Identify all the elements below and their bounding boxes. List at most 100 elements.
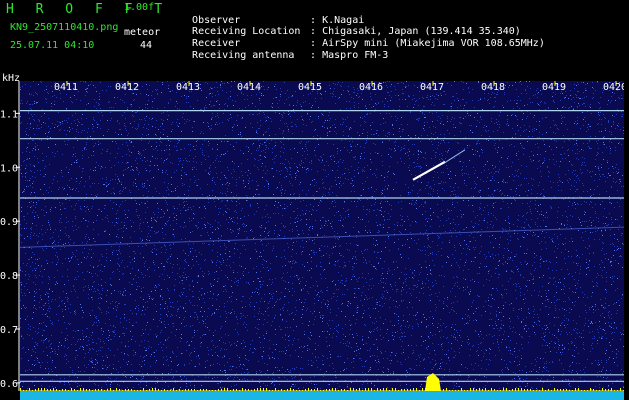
ruler-tick [197,390,198,391]
x-tick-label: 0418 [481,82,505,93]
ruler-tick [320,390,321,391]
ruler-tick [422,388,423,391]
ruler-tick [41,388,42,391]
ruler-tick [461,388,462,391]
ruler-tick [272,390,273,391]
ruler-tick [581,390,582,391]
ruler-tick [146,390,147,391]
ruler-tick [620,388,621,391]
ruler-tick [275,388,276,391]
ruler-tick [506,388,507,391]
ruler-tick [563,389,564,391]
ruler-tick [68,390,69,391]
ruler-tick [59,390,60,391]
ruler-tick [413,388,414,391]
ruler-tick [443,389,444,391]
ruler-tick [170,390,171,391]
ruler-tick [338,390,339,391]
ruler-tick [599,390,600,391]
ruler-tick [611,388,612,391]
ruler-tick [386,388,387,391]
ruler-tick [149,389,150,391]
ruler-tick [107,389,108,391]
ruler-tick [344,389,345,391]
ruler-tick [71,388,72,391]
ruler-tick [623,390,624,391]
spectrogram: 0411 0412 0413 0414 0415 0416 0417 0418 0419 0420 [20,81,624,400]
ruler-tick [95,389,96,391]
ruler-tick [551,390,552,391]
ruler-tick [284,390,285,391]
y-tick-label: 0.9 [0,217,18,228]
ruler-tick [254,389,255,391]
ruler-tick [404,389,405,391]
ruler-tick [512,389,513,391]
ruler-tick [500,390,501,391]
ruler-tick [215,390,216,391]
ruler-tick [77,390,78,391]
ruler-tick [488,390,489,391]
ruler-tick [602,388,603,391]
ruler-tick [608,389,609,391]
ruler-tick [278,390,279,391]
y-tick-label: 1.0 [0,163,18,174]
ruler-tick [89,389,90,391]
ruler-tick [53,388,54,391]
ruler-tick [44,388,45,391]
ruler-tick [266,388,267,391]
ruler-tick [119,389,120,391]
x-tick-label: 0413 [176,82,200,93]
ruler-tick [65,389,66,391]
x-tick-label: 0412 [115,82,139,93]
ruler-tick [302,390,303,391]
ruler-tick [233,389,234,391]
ruler-tick [32,390,33,391]
ruler-tick [536,390,537,391]
ruler-tick [569,390,570,391]
ruler-tick [377,388,378,391]
x-tick-label: 0414 [237,82,261,93]
version-label: 1.00f [124,2,155,13]
ruler-tick [179,389,180,391]
ruler-tick [497,390,498,391]
ruler-tick [206,389,207,391]
ruler-tick [614,390,615,391]
x-tick-label: 0411 [54,82,78,93]
ruler-tick [572,390,573,391]
datetime-label: 25.07.11 04:10 [10,40,95,51]
x-tick-label: 0416 [359,82,383,93]
ruler-tick [395,388,396,391]
ruler-tick [542,388,543,391]
y-tick-label: 0.7 [0,325,18,336]
ruler-tick [347,390,348,391]
ruler-tick [269,390,270,391]
ruler-tick [362,390,363,391]
ruler-tick [467,390,468,391]
x-tick-label: 0419 [542,82,566,93]
ruler-tick [188,389,189,391]
ruler-tick [524,389,525,391]
ruler-tick [323,390,324,391]
ruler-tick [245,389,246,391]
x-tick-label: 0420 [603,82,624,93]
ruler-tick [143,388,144,391]
ruler-tick [353,388,354,391]
ruler-tick [236,389,237,391]
ruler-tick [527,389,528,391]
ruler-tick [365,388,366,391]
ruler-tick [590,388,591,391]
ruler-tick [227,388,228,391]
ruler-tick [584,390,585,391]
ruler-tick [509,390,510,391]
ruler-tick [161,390,162,391]
ruler-tick [128,389,129,391]
ruler-tick [242,388,243,391]
ruler-tick [38,388,39,391]
ruler-tick [221,389,222,391]
ruler-tick [311,389,312,391]
ruler-tick [515,388,516,391]
ruler-tick [212,390,213,391]
ruler-tick [83,388,84,391]
ruler-tick [419,390,420,391]
ruler-tick [326,389,327,391]
